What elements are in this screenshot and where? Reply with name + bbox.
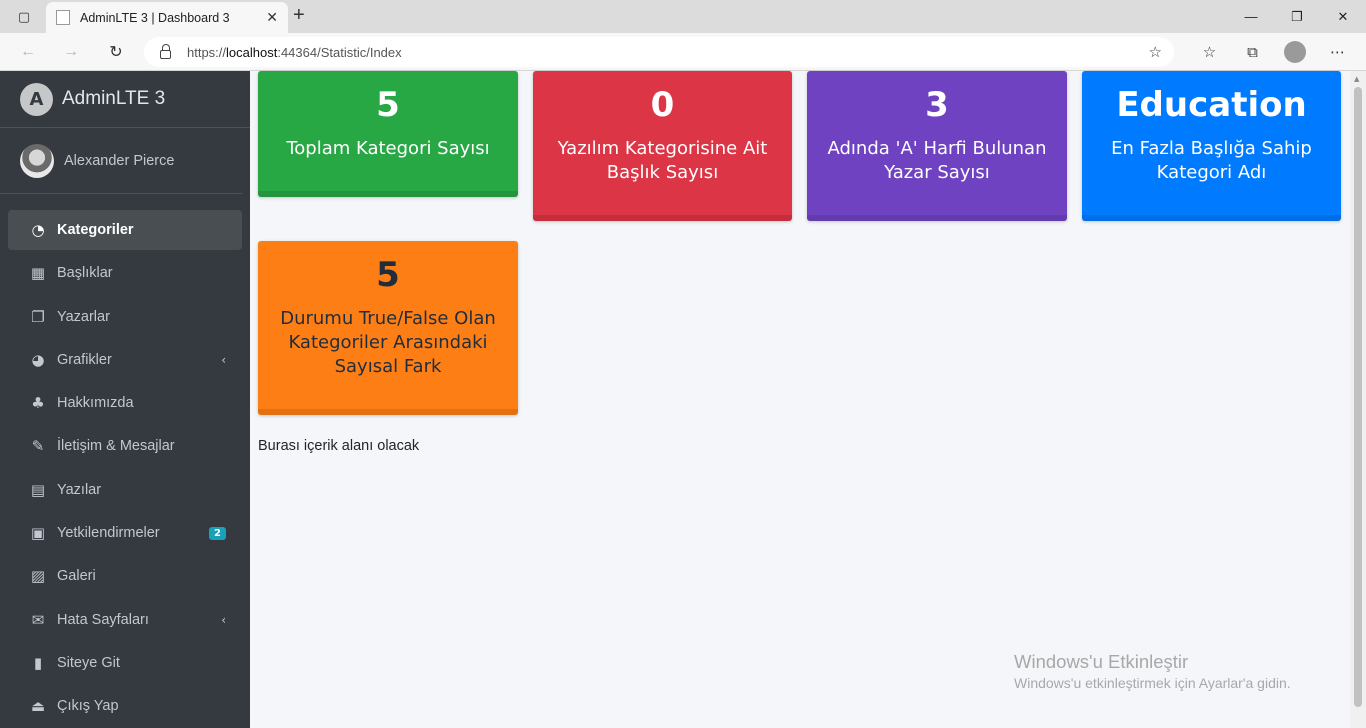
- sidebar-item-galeri[interactable]: ▨ Galeri: [8, 556, 242, 596]
- watermark-subtitle: Windows'u etkinleştirmek için Ayarlar'a …: [1014, 675, 1291, 691]
- address-bar[interactable]: https://localhost:44364/Statistic/Index …: [144, 37, 1174, 67]
- sidebar-menu: ◔ Kategoriler ▦ Başlıklar ❐ Yazarlar ◕ G…: [0, 194, 250, 726]
- sidebar-item-yazilar[interactable]: ▤ Yazılar: [8, 470, 242, 510]
- sidebar-item-kategoriler[interactable]: ◔ Kategoriler: [8, 210, 242, 250]
- sidebar: A AdminLTE 3 Alexander Pierce ◔ Kategori…: [0, 71, 250, 728]
- stat-label: Durumu True/False Olan Kategoriler Arası…: [280, 308, 496, 377]
- reload-button[interactable]: ↻: [103, 40, 129, 64]
- window-controls: — ❐ ✕: [1228, 0, 1366, 33]
- content-placeholder-text: Burası içerik alanı olacak: [258, 438, 420, 454]
- sidebar-item-label: Kategoriler: [57, 222, 134, 238]
- book-icon: ▮: [33, 653, 43, 672]
- brand-link[interactable]: A AdminLTE 3: [0, 71, 250, 128]
- close-tab-icon[interactable]: ✕: [266, 10, 278, 26]
- tab-actions-icon[interactable]: ▢: [8, 6, 40, 28]
- profile-avatar-icon[interactable]: [1284, 41, 1306, 63]
- sidebar-item-label: İletişim & Mesajlar: [57, 438, 175, 455]
- sidebar-item-label: Galeri: [57, 568, 96, 585]
- more-menu-icon[interactable]: ⋯: [1316, 37, 1359, 67]
- stat-footer: [1082, 215, 1341, 221]
- scroll-up-arrow-icon[interactable]: ▲: [1354, 75, 1359, 83]
- scroll-thumb[interactable]: [1354, 87, 1362, 707]
- stat-label: Adında 'A' Harfi Bulunan Yazar Sayısı: [827, 138, 1047, 183]
- tab-title: AdminLTE 3 | Dashboard 3: [80, 10, 230, 25]
- browser-tab-bar: ▢ AdminLTE 3 | Dashboard 3 ✕ + — ❐ ✕: [0, 0, 1366, 33]
- stat-label: En Fazla Başlığa Sahip Kategori Adı: [1111, 138, 1312, 183]
- notification-badge: 2: [209, 526, 226, 540]
- stat-box-top-category: Education En Fazla Başlığa Sahip Kategor…: [1082, 71, 1341, 221]
- sidebar-item-label: Başlıklar: [57, 265, 113, 282]
- sidebar-item-label: Hata Sayfaları: [57, 611, 149, 628]
- stat-value: 0: [650, 85, 675, 125]
- sidebar-item-yetkilendirmeler[interactable]: ▣ Yetkilendirmeler 2: [8, 513, 242, 553]
- stat-box-status-difference: 5 Durumu True/False Olan Kategoriler Ara…: [258, 241, 518, 415]
- stat-label: Yazılım Kategorisine Ait Başlık Sayısı: [557, 138, 768, 183]
- chevron-left-icon[interactable]: ‹: [221, 353, 226, 367]
- back-button[interactable]: ←: [15, 40, 41, 64]
- avatar: [20, 143, 54, 178]
- browser-toolbar: ← → ↻ https://localhost:44364/Statistic/…: [0, 33, 1366, 71]
- sidebar-item-yazarlar[interactable]: ❐ Yazarlar: [8, 297, 242, 337]
- sidebar-item-cikis-yap[interactable]: ⏏ Çıkış Yap: [8, 686, 242, 726]
- browser-tab[interactable]: AdminLTE 3 | Dashboard 3 ✕: [46, 2, 288, 33]
- stat-footer: [258, 409, 518, 415]
- stat-value: 5: [376, 255, 400, 295]
- sidebar-item-hata-sayfalari[interactable]: ✉ Hata Sayfaları ‹: [8, 600, 242, 640]
- minimize-button[interactable]: —: [1228, 0, 1274, 33]
- calendar-icon: ▣: [30, 524, 46, 543]
- main-content: 5 Toplam Kategori Sayısı 0 Yazılım Kateg…: [250, 71, 1350, 728]
- sidebar-item-iletisim[interactable]: ✎ İletişim & Mesajlar: [8, 426, 242, 466]
- restore-button[interactable]: ❐: [1274, 0, 1320, 33]
- tree-icon: ♣: [31, 394, 45, 413]
- stat-value: 5: [376, 85, 400, 125]
- user-panel[interactable]: Alexander Pierce: [0, 128, 242, 194]
- new-tab-button[interactable]: +: [293, 4, 305, 27]
- stat-box-total-categories: 5 Toplam Kategori Sayısı: [258, 71, 518, 197]
- sidebar-item-label: Yetkilendirmeler: [57, 525, 160, 542]
- stat-box-authors-with-a: 3 Adında 'A' Harfi Bulunan Yazar Sayısı: [807, 71, 1067, 221]
- sidebar-item-label: Yazarlar: [57, 308, 110, 325]
- favorites-icon[interactable]: ☆: [1188, 37, 1231, 67]
- sidebar-item-label: Grafikler: [57, 351, 112, 368]
- stat-footer: [258, 191, 518, 197]
- copy-icon: ❐: [31, 307, 45, 326]
- stat-footer: [807, 215, 1067, 221]
- envelope-icon: ✉: [31, 610, 45, 629]
- page-scrollbar[interactable]: ▲: [1350, 71, 1366, 728]
- sidebar-item-label: Siteye Git: [57, 654, 120, 671]
- sidebar-item-siteye-git[interactable]: ▮ Siteye Git: [8, 643, 242, 683]
- watermark-title: Windows'u Etkinleştir: [1014, 651, 1189, 672]
- sidebar-item-label: Hakkımızda: [57, 395, 134, 412]
- image-icon: ▨: [30, 567, 46, 586]
- sidebar-item-label: Çıkış Yap: [57, 698, 119, 715]
- grid-icon: ▦: [30, 264, 46, 283]
- stat-value: Education: [1116, 85, 1307, 125]
- add-favorite-icon[interactable]: ☆: [1149, 43, 1162, 61]
- sidebar-item-basliklar[interactable]: ▦ Başlıklar: [8, 253, 242, 293]
- user-name[interactable]: Alexander Pierce: [64, 153, 174, 169]
- brand-logo-icon: A: [20, 82, 53, 116]
- sidebar-item-hakkimizda[interactable]: ♣ Hakkımızda: [8, 383, 242, 423]
- table-icon: ▤: [30, 480, 46, 499]
- chevron-left-icon[interactable]: ‹: [221, 613, 226, 627]
- stat-value: 3: [925, 85, 949, 125]
- logout-icon: ⏏: [30, 697, 46, 716]
- stat-label: Toplam Kategori Sayısı: [286, 138, 490, 159]
- brand-text: AdminLTE 3: [62, 88, 166, 109]
- pie-chart-icon: ◕: [31, 350, 45, 369]
- dashboard-icon: ◔: [31, 221, 45, 239]
- collections-icon[interactable]: ⧉: [1231, 37, 1274, 67]
- stat-footer: [533, 215, 792, 221]
- sidebar-item-grafikler[interactable]: ◕ Grafikler ‹: [8, 340, 242, 380]
- edit-icon: ✎: [31, 437, 45, 456]
- lock-icon[interactable]: [160, 43, 171, 59]
- forward-button[interactable]: →: [58, 40, 84, 64]
- windows-activation-watermark: Windows'u Etkinleştir Windows'u etkinleş…: [1014, 651, 1291, 691]
- page-favicon-icon: [56, 10, 70, 25]
- stat-box-software-titles: 0 Yazılım Kategorisine Ait Başlık Sayısı: [533, 71, 792, 221]
- url-text[interactable]: https://localhost:44364/Statistic/Index: [187, 45, 402, 60]
- close-window-button[interactable]: ✕: [1320, 0, 1366, 33]
- sidebar-item-label: Yazılar: [57, 481, 102, 498]
